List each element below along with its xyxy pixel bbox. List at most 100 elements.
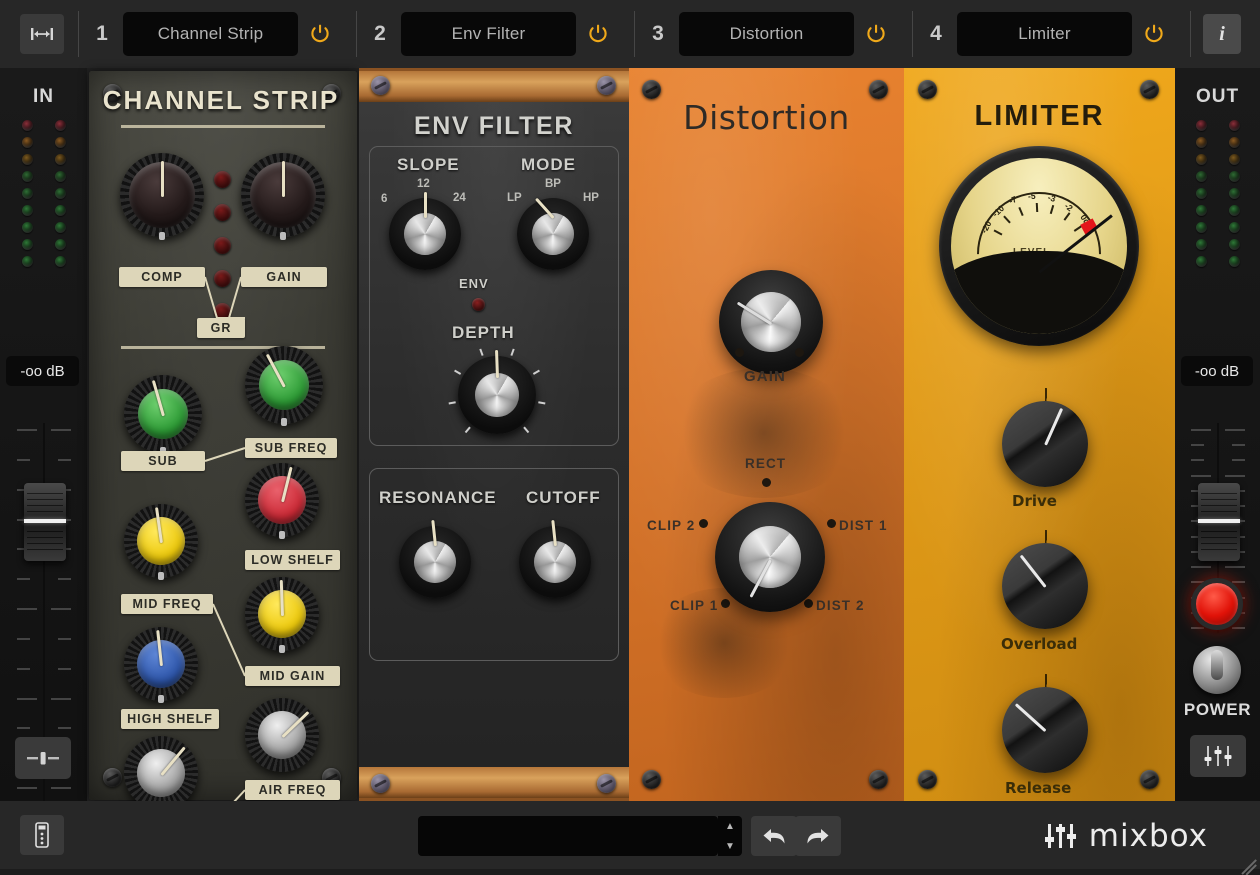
meter-led xyxy=(1195,239,1207,250)
mode-option-clip2[interactable]: CLIP 2 xyxy=(647,518,695,533)
slot-2: 2 Env Filter xyxy=(369,11,620,57)
screw xyxy=(1140,770,1159,789)
modules-rack: IN -oo dB CHANNEL STRIP COMP GAIN GR SUB… xyxy=(0,68,1260,839)
screw xyxy=(918,770,937,789)
rack-module-icon[interactable] xyxy=(20,815,64,855)
slope-tick-6: 6 xyxy=(381,193,388,205)
output-meter xyxy=(1175,120,1260,267)
knob-release[interactable] xyxy=(1002,687,1088,773)
width-resize-icon[interactable] xyxy=(20,14,64,54)
distortion-title: Distortion xyxy=(683,98,850,137)
knob-cutoff[interactable] xyxy=(519,519,591,598)
input-column: IN -oo dB xyxy=(0,68,87,823)
knob-mid-freq[interactable] xyxy=(124,504,198,580)
gain-dot-right xyxy=(795,348,804,357)
mode-dot-clip1 xyxy=(721,599,730,608)
slot-2-name[interactable]: Env Filter xyxy=(401,12,576,56)
mode-dot-rect xyxy=(762,478,771,487)
screw xyxy=(597,774,616,793)
mode-option-clip1[interactable]: CLIP 1 xyxy=(670,598,718,613)
knob-resonance[interactable] xyxy=(399,519,471,598)
slot-3-name[interactable]: Distortion xyxy=(679,12,854,56)
knob-depth[interactable] xyxy=(448,348,546,434)
mixbox-faders-icon xyxy=(1044,824,1076,848)
toolbar-divider xyxy=(634,11,635,57)
env-led xyxy=(472,298,485,311)
knob-air-freq[interactable] xyxy=(245,698,319,772)
slot-4-name[interactable]: Limiter xyxy=(957,12,1132,56)
mode-option-rect[interactable]: RECT xyxy=(745,456,786,471)
mixbox-plugin-window: 1 Channel Strip 2 Env Filter 3 Distortio… xyxy=(0,0,1260,875)
knob-distortion-gain[interactable] xyxy=(719,270,823,374)
power-toggle-switch[interactable] xyxy=(1193,646,1241,694)
fader-handle[interactable] xyxy=(1197,483,1240,561)
meter-led xyxy=(54,120,66,131)
screw xyxy=(642,770,661,789)
meter-led xyxy=(1195,256,1207,267)
info-button[interactable]: i xyxy=(1203,14,1241,54)
fader-handle[interactable] xyxy=(23,483,66,561)
screw xyxy=(1140,80,1159,99)
slot-2-number: 2 xyxy=(374,22,386,45)
label-sub: SUB xyxy=(121,451,205,471)
meter-led xyxy=(1195,171,1207,182)
gain-dot-left xyxy=(735,348,744,357)
slot-4-power-icon[interactable] xyxy=(1132,12,1176,56)
module-env-filter: ENV FILTER SLOPE 6 12 24 MODE LP BP HP E… xyxy=(359,68,629,801)
knob-distortion-mode[interactable] xyxy=(715,502,825,612)
label-high-shelf: HIGH SHELF xyxy=(121,709,219,729)
mixer-faders-icon[interactable] xyxy=(1190,735,1246,777)
mode-dot-dist2 xyxy=(804,599,813,608)
label-release: Release xyxy=(1005,779,1072,797)
label-overload: Overload xyxy=(1001,635,1078,653)
undo-button[interactable] xyxy=(751,816,797,856)
chevron-down-icon[interactable]: ▼ xyxy=(725,841,735,851)
gr-led xyxy=(214,237,231,254)
slope-tick-12: 12 xyxy=(417,178,430,190)
knob-air[interactable] xyxy=(124,736,198,810)
gain-reduction-meter xyxy=(214,171,231,320)
input-db-readout[interactable]: -oo dB xyxy=(6,356,79,386)
slot-3-power-icon[interactable] xyxy=(854,12,898,56)
redo-button[interactable] xyxy=(795,816,841,856)
preset-stepper[interactable]: ▲ ▼ xyxy=(718,816,742,856)
meter-led xyxy=(1228,137,1240,148)
label-slope: SLOPE xyxy=(397,155,460,174)
divider xyxy=(121,125,325,128)
slot-2-power-icon[interactable] xyxy=(576,12,620,56)
slot-1-name[interactable]: Channel Strip xyxy=(123,12,298,56)
screw xyxy=(869,770,888,789)
output-column: OUT -oo dB POWER xyxy=(1175,68,1260,801)
label-resonance: RESONANCE xyxy=(379,488,497,507)
label-low-shelf: LOW SHELF xyxy=(245,550,340,570)
output-db-readout[interactable]: -oo dB xyxy=(1181,356,1253,386)
screw xyxy=(597,76,616,95)
slot-1: 1 Channel Strip xyxy=(91,11,342,57)
knob-slope[interactable] xyxy=(389,192,461,270)
meter-led xyxy=(1228,188,1240,199)
meter-led xyxy=(21,188,33,199)
knob-sub[interactable] xyxy=(124,375,202,455)
knob-overload[interactable] xyxy=(1002,543,1088,629)
mode-tick-hp: HP xyxy=(583,192,599,204)
mode-option-dist1[interactable]: DIST 1 xyxy=(839,518,888,533)
meter-led xyxy=(21,222,33,233)
env-filter-title: ENV FILTER xyxy=(414,112,574,140)
knob-sub-freq[interactable] xyxy=(245,346,323,426)
knob-mid-gain[interactable] xyxy=(245,577,319,653)
mode-option-dist2[interactable]: DIST 2 xyxy=(816,598,865,613)
pan-center-icon[interactable] xyxy=(15,737,71,779)
preset-field[interactable] xyxy=(418,816,718,856)
knob-low-shelf[interactable] xyxy=(245,463,319,539)
slot-4: 4 Limiter xyxy=(925,11,1176,57)
knob-comp[interactable] xyxy=(120,153,204,240)
resize-grip[interactable] xyxy=(1228,837,1258,875)
knob-high-shelf[interactable] xyxy=(124,627,198,703)
knob-drive[interactable] xyxy=(1002,401,1088,487)
slot-1-power-icon[interactable] xyxy=(298,12,342,56)
meter-led xyxy=(21,137,33,148)
knob-gain[interactable] xyxy=(241,153,325,240)
knob-mode[interactable] xyxy=(517,197,589,270)
meter-led xyxy=(1195,222,1207,233)
chevron-up-icon[interactable]: ▲ xyxy=(725,821,735,831)
